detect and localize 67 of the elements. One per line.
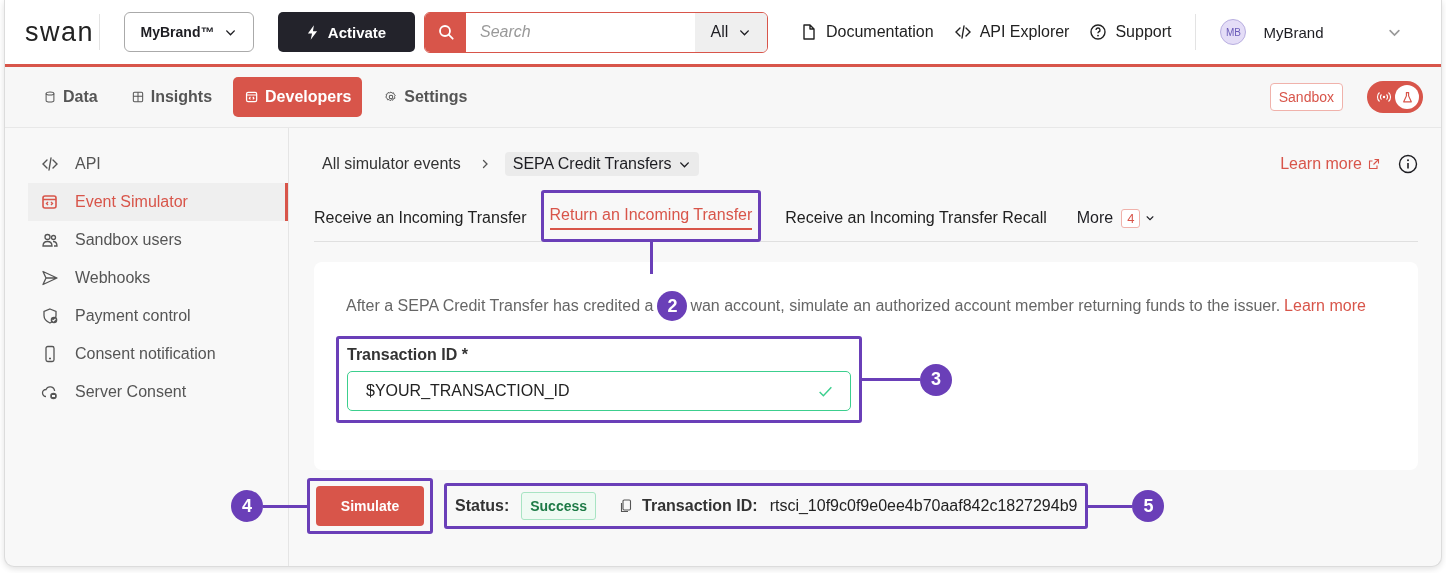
- search-button[interactable]: [425, 12, 466, 52]
- copy-button[interactable]: [620, 499, 633, 513]
- transaction-id-input[interactable]: $YOUR_TRANSACTION_ID: [364, 381, 817, 401]
- transaction-id-field[interactable]: $YOUR_TRANSACTION_ID: [347, 371, 851, 411]
- sidebar-item[interactable]: Webhooks: [28, 259, 288, 297]
- search-bar[interactable]: Search All: [424, 11, 768, 53]
- sidebar-item[interactable]: Server Consent: [28, 373, 288, 411]
- shield-icon: [41, 307, 59, 325]
- code-icon: [41, 155, 59, 173]
- chevron-down-icon: [1145, 213, 1156, 223]
- header-link[interactable]: Documentation: [800, 23, 934, 41]
- logo: swan: [25, 16, 96, 48]
- header-link[interactable]: Support: [1089, 23, 1172, 41]
- learn-more-link[interactable]: Learn more: [1284, 297, 1366, 315]
- sidebar-item[interactable]: Payment control: [28, 297, 288, 335]
- event-tab[interactable]: Return an Incoming Transfer: [549, 200, 753, 230]
- event-tab[interactable]: Receive an Incoming Transfer Recall: [785, 203, 1047, 233]
- sidebar-item[interactable]: Sandbox users: [28, 221, 288, 259]
- learn-more-link[interactable]: Learn more: [1280, 155, 1380, 173]
- copy-icon: [620, 499, 633, 513]
- avatar: MB: [1220, 19, 1247, 45]
- account-menu[interactable]: MB MyBrand: [1220, 19, 1403, 45]
- activate-button[interactable]: Activate: [278, 12, 415, 52]
- info-icon: [1398, 154, 1418, 174]
- broadcast-icon: [1376, 91, 1392, 103]
- environment-badge: Sandbox: [1269, 83, 1343, 111]
- nav-tab[interactable]: Insights: [118, 77, 224, 117]
- status-badge: Success: [521, 492, 597, 520]
- scope-select[interactable]: All: [695, 12, 767, 52]
- external-link-icon: [1368, 158, 1380, 170]
- field-label: Transaction ID *: [347, 346, 469, 364]
- users-icon: [41, 231, 59, 249]
- send-icon: [41, 269, 59, 287]
- bolt-icon: [306, 24, 318, 40]
- callout-badge: 4: [231, 490, 263, 522]
- environment-switch[interactable]: [1367, 81, 1423, 113]
- transaction-id-value: rtsci_10f9c0f9e0ee4b70aaf842c1827294b9: [769, 497, 1078, 515]
- simulate-button[interactable]: Simulate: [316, 486, 424, 526]
- more-tabs-button[interactable]: More 4: [1076, 208, 1156, 228]
- sidebar-item[interactable]: Consent notification: [28, 335, 288, 373]
- header-link[interactable]: API Explorer: [953, 23, 1070, 41]
- nav-tab[interactable]: Data: [31, 77, 109, 117]
- description-text: wan account, simulate an authorized account member returning funds to the issuer.: [690, 297, 1281, 315]
- sidebar-item[interactable]: Event Simulator: [28, 183, 288, 221]
- description-text: After a SEPA Credit Transfer has credited a: [346, 297, 654, 315]
- flask-icon: [1400, 90, 1414, 104]
- help-icon: [1089, 23, 1108, 41]
- callout-badge: 5: [1132, 490, 1165, 522]
- status-label: Status:: [455, 497, 510, 515]
- sidebar-item[interactable]: API: [28, 145, 288, 183]
- nav-tab[interactable]: Developers: [233, 77, 363, 117]
- category-select[interactable]: SEPA Credit Transfers: [504, 152, 699, 176]
- breadcrumb-link[interactable]: All simulator events: [322, 155, 461, 173]
- terminal-icon: [41, 193, 59, 211]
- event-tab[interactable]: Receive an Incoming Transfer: [314, 203, 527, 233]
- search-icon: [436, 23, 455, 41]
- count-badge: 4: [1121, 208, 1141, 228]
- callout-badge: 2: [657, 291, 688, 321]
- grid-icon: [130, 90, 145, 104]
- nav-tab[interactable]: Settings: [372, 77, 479, 117]
- code-icon: [953, 23, 972, 41]
- brand-select[interactable]: MyBrand™: [124, 12, 254, 52]
- database-icon: [43, 90, 57, 104]
- terminal-icon: [245, 90, 260, 104]
- callout-badge: 3: [920, 363, 952, 396]
- document-icon: [800, 23, 818, 41]
- transaction-id-label: Transaction ID:: [642, 497, 758, 515]
